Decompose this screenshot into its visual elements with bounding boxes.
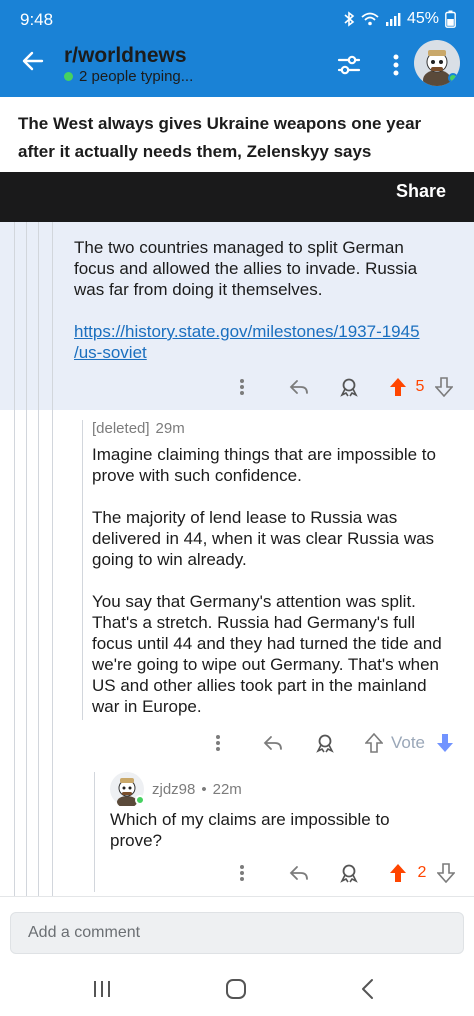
more-options-button[interactable] (232, 858, 252, 888)
thread-line (26, 222, 27, 896)
wifi-icon (361, 12, 379, 26)
thread-line (52, 222, 53, 896)
system-nav-bar (0, 970, 474, 1016)
comment-score: 5 (415, 378, 425, 395)
award-icon (316, 734, 334, 753)
thread-line (82, 420, 83, 720)
more-options-icon[interactable] (388, 52, 404, 78)
signal-icon (385, 13, 401, 26)
more-options-button[interactable] (232, 372, 252, 402)
upvote-button[interactable] (362, 728, 386, 758)
award-button[interactable] (334, 858, 364, 888)
comment-line: The majority of lend lease to Russia was (92, 508, 398, 527)
comment-line: That's a stretch. Russia had Germany's f… (92, 613, 416, 632)
status-icons: 45% (343, 10, 456, 28)
award-icon (340, 378, 358, 397)
comment-body: Which of my claims are impossible to pro… (110, 809, 465, 851)
comment-line: was far from doing it themselves. (74, 280, 323, 299)
comment-author[interactable]: [deleted] (92, 420, 150, 437)
subreddit-name[interactable]: r/worldnews (64, 44, 187, 68)
comment-link[interactable]: https://history.state.gov/milestones/193… (74, 321, 464, 342)
downvote-arrow-icon (437, 863, 455, 883)
user-avatar[interactable] (414, 40, 460, 86)
downvote-button[interactable] (432, 372, 456, 402)
comment-age: 22m (212, 781, 242, 798)
online-status-dot (448, 73, 458, 83)
comment-line: Imagine claiming things that are impossi… (92, 445, 436, 464)
thread-line (38, 222, 39, 896)
comment-line: focus until 44 and they had turned the t… (92, 634, 442, 653)
comment-actions: 2 (230, 858, 466, 888)
comment-meta: zjdz98 • 22m (152, 781, 242, 798)
comment-line: focus and allowed the allies to invade. … (74, 259, 418, 278)
comment-meta: [deleted] 29m (92, 420, 185, 437)
comment-line: prove with such confidence. (92, 466, 302, 485)
upvote-button[interactable] (386, 858, 410, 888)
online-status-dot (135, 795, 145, 805)
reply-button[interactable] (284, 372, 314, 402)
comment-author[interactable]: zjdz98 (152, 781, 195, 798)
downvote-button[interactable] (434, 858, 458, 888)
reply-button[interactable] (284, 858, 314, 888)
comment-avatar[interactable] (110, 772, 145, 808)
status-time: 9:48 (20, 10, 54, 29)
bluetooth-icon (344, 11, 355, 27)
comment-body: Imagine claiming things that are impossi… (92, 444, 467, 717)
thread-line (14, 222, 15, 896)
back-arrow-icon[interactable] (20, 48, 46, 74)
comment-actions: 5 (226, 372, 466, 402)
typing-indicator: 2 people typing... (64, 68, 193, 85)
comment-line: we're going to wipe out Germany. That's … (92, 655, 439, 674)
typing-text: 2 people typing... (79, 68, 194, 85)
comment-line: delivered in 44, when it was clear Russi… (92, 529, 435, 548)
upvote-arrow-icon (365, 733, 383, 753)
upvote-button[interactable] (386, 372, 410, 402)
reply-arrow-icon (263, 736, 282, 750)
vertical-dots-icon (240, 379, 244, 395)
sort-filter-icon[interactable] (336, 52, 362, 78)
status-bar: 9:48 45% (0, 0, 474, 40)
comment-score: 2 (417, 864, 427, 881)
add-comment-placeholder: Add a comment (28, 924, 141, 941)
recent-apps-icon[interactable] (90, 978, 114, 1000)
comment-age: 29m (155, 420, 185, 437)
battery-icon (445, 10, 456, 28)
award-icon (340, 864, 358, 883)
reply-button[interactable] (258, 728, 288, 758)
comment-link[interactable]: /us-soviet (74, 342, 464, 363)
post-title[interactable]: The West always gives Ukraine weapons on… (18, 110, 458, 166)
award-button[interactable] (310, 728, 340, 758)
online-dot-icon (64, 72, 73, 81)
downvote-arrow-icon (435, 377, 453, 397)
comment-actions: Vote (206, 728, 468, 758)
vertical-dots-icon (240, 865, 244, 881)
thread-line (94, 772, 95, 892)
vote-label: Vote (390, 733, 426, 752)
home-icon[interactable] (224, 977, 248, 1001)
reply-arrow-icon (289, 866, 308, 880)
battery-percent: 45% (406, 10, 439, 27)
comment-line: war in Europe. (92, 697, 202, 716)
comment-line: prove? (110, 831, 162, 850)
comment-line: going to win already. (92, 550, 247, 569)
comment-line: US and other allies took part in the mai… (92, 676, 427, 695)
upvote-arrow-icon (390, 864, 406, 882)
comment-body: The two countries managed to split Germa… (74, 237, 464, 363)
comment-line: Which of my claims are impossible to (110, 810, 390, 829)
reply-arrow-icon (289, 380, 308, 394)
downvote-arrow-icon (437, 734, 453, 752)
meta-separator: • (201, 781, 207, 798)
upvote-arrow-icon (390, 378, 406, 396)
award-button[interactable] (334, 372, 364, 402)
system-back-icon[interactable] (358, 977, 378, 1001)
share-button[interactable]: Share (396, 181, 446, 202)
comment-line: You say that Germany's attention was spl… (92, 592, 416, 611)
comment-line: The two countries managed to split Germa… (74, 238, 404, 257)
vertical-dots-icon (216, 735, 220, 751)
more-options-button[interactable] (208, 728, 228, 758)
downvote-button[interactable] (432, 728, 458, 758)
